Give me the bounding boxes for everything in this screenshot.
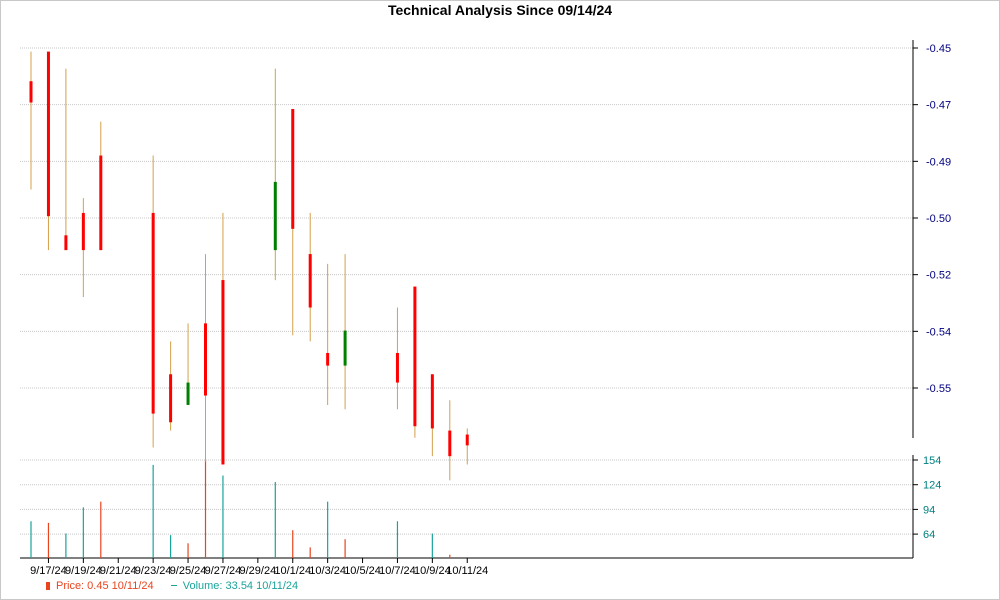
candle-body [221,280,225,465]
price-tick-label: -0.52 [926,270,951,282]
legend-volume-swatch [170,585,177,586]
volume-tick-label: 154 [923,455,941,467]
candle-body [81,212,85,251]
x-tick-label: 10/9/24 [414,565,451,577]
x-tick-label: 10/11/24 [446,565,488,577]
volume-tick-label: 124 [923,480,941,492]
legend-price-swatch [46,582,50,590]
legend-price: Price: 0.45 10/11/24 [46,580,154,592]
volume-tick-label: 94 [923,504,935,516]
candle-body [99,155,103,251]
price-tick-label: -0.49 [926,156,951,168]
candle-body [465,434,469,446]
candle-body [291,108,295,229]
candle-body [273,181,277,251]
candle-body [448,430,452,457]
legend-volume: Volume: 33.54 10/11/24 [170,580,299,592]
x-tick-label: 9/25/24 [170,565,207,577]
x-tick-label: 9/29/24 [239,565,276,577]
chart-canvas: -0.45 -0.47 -0.49 -0.50 -0.52 -0.54 -0.55 154 12… [20,40,951,577]
legend-volume-label: Volume: 33.54 10/11/24 [182,580,299,592]
x-tick-label: 9/19/24 [65,565,102,577]
candle-body [204,323,207,396]
price-tick-label: -0.45 [926,43,951,55]
candle-body [64,235,68,251]
x-tick-label: 9/21/24 [100,565,137,577]
candle-body [46,51,50,217]
candle-body [395,352,399,383]
price-tick-label: -0.47 [926,100,951,112]
volume-tick-label: 64 [923,529,935,541]
legend-price-label: Price: 0.45 10/11/24 [56,580,154,592]
candle-body [29,81,33,103]
x-tick-label: 10/3/24 [309,565,346,577]
candle-body [413,286,417,427]
candle-body [169,374,173,423]
axis-layer: -0.45 -0.47 -0.49 -0.50 -0.52 -0.54 -0.55 154 12… [20,40,951,577]
candle-body [430,374,434,429]
candle-body [308,254,312,308]
candle-body [326,352,330,366]
candle-layer [29,51,469,481]
chart-legend: Price: 0.45 10/11/24 Volume: 33.54 10/11… [46,580,312,592]
x-tick-label: 9/17/24 [30,565,67,577]
price-tick-label: -0.50 [926,213,951,225]
x-tick-label: 10/7/24 [379,565,416,577]
x-tick-label: 9/27/24 [205,565,242,577]
candle-body [151,212,155,414]
candle-body [186,382,190,405]
price-tick-label: -0.55 [926,383,951,395]
candle-body [343,330,347,366]
x-tick-label: 9/23/24 [135,565,172,577]
price-tick-label: -0.54 [926,326,951,338]
x-tick-label: 10/5/24 [344,565,381,577]
x-tick-label: 10/1/24 [274,565,311,577]
